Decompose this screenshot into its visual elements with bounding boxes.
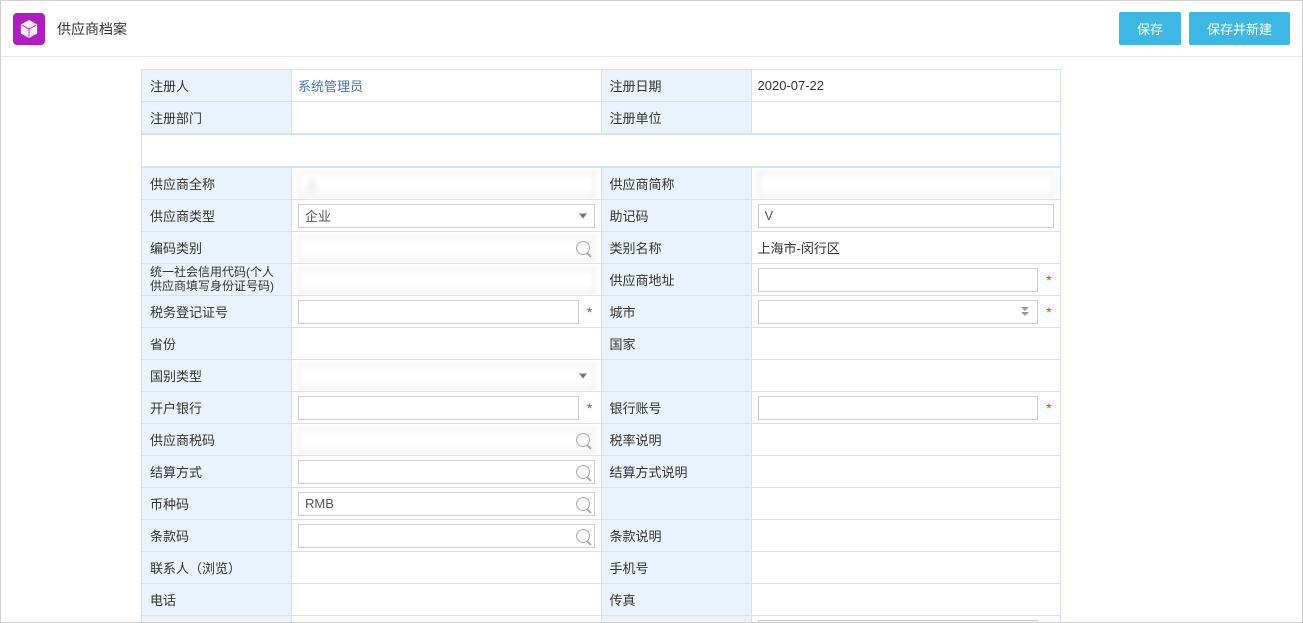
email-label: 电子邮件: [142, 616, 292, 623]
mobile-label: 手机号: [601, 552, 751, 584]
page-header: 供应商档案 保存 保存并新建: [1, 1, 1302, 57]
city-label: 城市: [601, 296, 751, 328]
search-icon[interactable]: [576, 433, 590, 447]
category-name-value: 上海市-闵行区: [758, 241, 840, 256]
settle-desc-label: 结算方式说明: [601, 456, 751, 488]
supplier-type-label: 供应商类型: [142, 200, 292, 232]
reg-date-value: 2020-07-22: [758, 78, 825, 93]
fax-label: 传真: [601, 584, 751, 616]
main-form-table: 供应商全称 供应商简称 供应商类型 助记码 编码类别 类别名称 上海市-闵行区 …: [141, 167, 1061, 622]
table-row: 注册部门 注册单位: [142, 102, 1061, 134]
blank-label: [601, 360, 751, 392]
reg-person-label: 注册人: [142, 70, 292, 102]
short-name-input[interactable]: [758, 172, 1055, 196]
credit-code-label: 统一社会信用代码(个人供应商填写身份证号码): [142, 264, 292, 296]
legal-rep-label: 法定代表人: [601, 616, 751, 623]
mnemonic-label: 助记码: [601, 200, 751, 232]
currency-input[interactable]: [298, 492, 595, 516]
spacer-table: [141, 134, 1061, 167]
currency-label: 币种码: [142, 488, 292, 520]
bank-input[interactable]: [298, 396, 579, 420]
header-left: 供应商档案: [13, 13, 127, 45]
country-type-select[interactable]: [298, 364, 595, 388]
term-code-label: 条款码: [142, 520, 292, 552]
table-row: 供应商全称 供应商简称: [142, 168, 1061, 200]
table-row: 供应商类型 助记码: [142, 200, 1061, 232]
currency-right-label: [601, 488, 751, 520]
full-name-input[interactable]: [298, 172, 595, 196]
search-icon[interactable]: [576, 529, 590, 543]
table-row: 统一社会信用代码(个人供应商填写身份证号码) 供应商地址 *: [142, 264, 1061, 296]
table-row: 结算方式 结算方式说明: [142, 456, 1061, 488]
tax-desc-label: 税率说明: [601, 424, 751, 456]
chevron-down-icon[interactable]: [1018, 305, 1032, 319]
city-input[interactable]: [758, 300, 1039, 324]
table-row: 开户银行 * 银行账号 *: [142, 392, 1061, 424]
required-mark: *: [1044, 304, 1054, 320]
tax-code-input[interactable]: [298, 428, 595, 452]
address-input[interactable]: [758, 268, 1039, 292]
required-mark: *: [1044, 272, 1054, 288]
term-desc-label: 条款说明: [601, 520, 751, 552]
code-category-label: 编码类别: [142, 232, 292, 264]
short-name-label: 供应商简称: [601, 168, 751, 200]
table-row: 供应商税码 税率说明: [142, 424, 1061, 456]
form-area: 注册人 系统管理员 注册日期 2020-07-22 注册部门 注册单位 供应商全…: [141, 69, 1061, 622]
content-area: 注册人 系统管理员 注册日期 2020-07-22 注册部门 注册单位 供应商全…: [1, 57, 1302, 622]
bank-label: 开户银行: [142, 392, 292, 424]
settle-method-label: 结算方式: [142, 456, 292, 488]
country-label: 国家: [601, 328, 751, 360]
reg-dept-label: 注册部门: [142, 102, 292, 134]
legal-rep-input[interactable]: [758, 620, 1039, 623]
info-table: 注册人 系统管理员 注册日期 2020-07-22 注册部门 注册单位: [141, 69, 1061, 134]
supplier-type-select[interactable]: [298, 204, 595, 228]
search-icon[interactable]: [576, 465, 590, 479]
table-row: 注册人 系统管理员 注册日期 2020-07-22: [142, 70, 1061, 102]
table-row: 省份 国家: [142, 328, 1061, 360]
code-category-input[interactable]: [298, 236, 595, 260]
settle-method-input[interactable]: [298, 460, 595, 484]
country-type-label: 国别类型: [142, 360, 292, 392]
table-row: 电子邮件 法定代表人 *: [142, 616, 1061, 623]
reg-person-value[interactable]: 系统管理员: [298, 79, 363, 94]
table-row: 税务登记证号 * 城市 *: [142, 296, 1061, 328]
mnemonic-input[interactable]: [758, 204, 1055, 228]
table-row: 条款码 条款说明: [142, 520, 1061, 552]
full-name-label: 供应商全称: [142, 168, 292, 200]
bank-account-label: 银行账号: [601, 392, 751, 424]
tax-cert-label: 税务登记证号: [142, 296, 292, 328]
table-row: 编码类别 类别名称 上海市-闵行区: [142, 232, 1061, 264]
reg-date-label: 注册日期: [601, 70, 751, 102]
table-row: 国别类型: [142, 360, 1061, 392]
reg-unit-label: 注册单位: [601, 102, 751, 134]
save-button[interactable]: 保存: [1119, 12, 1181, 45]
required-mark: *: [585, 304, 595, 320]
search-icon[interactable]: [576, 241, 590, 255]
tax-code-label: 供应商税码: [142, 424, 292, 456]
table-row: 币种码: [142, 488, 1061, 520]
contact-label: 联系人（浏览）: [142, 552, 292, 584]
phone-label: 电话: [142, 584, 292, 616]
category-name-label: 类别名称: [601, 232, 751, 264]
required-mark: *: [1044, 400, 1054, 416]
credit-code-input[interactable]: [298, 268, 595, 292]
tax-cert-input[interactable]: [298, 300, 579, 324]
address-label: 供应商地址: [601, 264, 751, 296]
required-mark: *: [585, 400, 595, 416]
page-title: 供应商档案: [57, 19, 127, 39]
province-label: 省份: [142, 328, 292, 360]
package-icon: [13, 13, 45, 45]
header-actions: 保存 保存并新建: [1119, 12, 1290, 45]
term-code-input[interactable]: [298, 524, 595, 548]
table-row: 联系人（浏览） 手机号: [142, 552, 1061, 584]
search-icon[interactable]: [576, 497, 590, 511]
bank-account-input[interactable]: [758, 396, 1039, 420]
save-and-new-button[interactable]: 保存并新建: [1189, 12, 1290, 45]
table-row: 电话 传真: [142, 584, 1061, 616]
